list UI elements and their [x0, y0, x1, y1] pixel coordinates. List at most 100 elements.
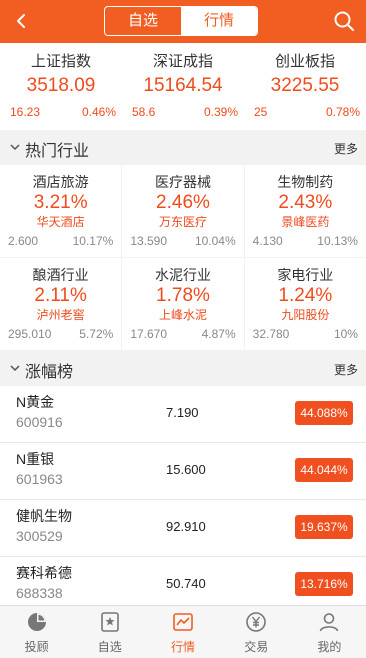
trend-line-icon: [173, 613, 193, 631]
index-change: 58.6: [132, 105, 156, 119]
stock-price: 32.780: [252, 327, 290, 341]
leading-stock: 泸州老窖: [36, 308, 85, 322]
stock-price: 295.010: [8, 327, 52, 341]
stock-name: N黄金: [16, 394, 55, 410]
stock-price: 92.910: [166, 519, 206, 534]
list-item[interactable]: N重银 601963 15.600 44.044%: [0, 443, 366, 500]
stock-code: 300529: [16, 528, 63, 544]
tab-label: 投顾: [24, 640, 49, 654]
tab-advisor[interactable]: 投顾: [0, 606, 73, 658]
index-name: 深证成指: [152, 53, 213, 70]
segment-control: 自选 行情: [104, 6, 258, 36]
industry-card[interactable]: 家电行业 1.24% 九阳股份 32.780 10%: [244, 258, 366, 350]
user-icon: [320, 613, 339, 632]
change-badge: 13.716%: [295, 572, 353, 596]
stock-percent: 10.17%: [72, 234, 114, 248]
stock-percent: 10.04%: [194, 234, 236, 248]
stock-percent: 10.13%: [317, 234, 358, 248]
industry-name: 水泥行业: [154, 267, 211, 283]
more-link[interactable]: 更多: [334, 361, 358, 378]
tab-market[interactable]: 行情: [181, 7, 257, 35]
stock-percent: 5.72%: [79, 327, 114, 341]
industry-name: 酿酒行业: [32, 267, 89, 283]
stock-percent: 10%: [333, 327, 358, 341]
industry-card[interactable]: 酿酒行业 2.11% 泸州老窖 295.010 5.72%: [0, 258, 122, 350]
index-card[interactable]: 上证指数 3518.09 16.23 0.46%: [0, 52, 122, 130]
industry-percent: 3.21%: [33, 192, 88, 213]
industry-card[interactable]: 生物制药 2.43% 景峰医药 4.130 10.13%: [244, 165, 366, 257]
star-icon: [100, 612, 119, 632]
industry-percent: 2.11%: [34, 285, 87, 306]
tab-market[interactable]: 行情: [146, 606, 219, 658]
stock-price: 4.130: [252, 234, 283, 248]
index-percent: 0.78%: [325, 105, 360, 119]
stock-price: 7.190: [166, 405, 199, 420]
hot-industry-header[interactable]: 热门行业 更多: [0, 130, 366, 165]
index-panel: 上证指数 3518.09 16.23 0.46% 深证成指 15164.54 58…: [0, 43, 366, 130]
index-percent: 0.46%: [81, 105, 116, 119]
stock-name: N重银: [16, 451, 55, 467]
stock-price: 2.600: [8, 234, 39, 248]
stock-price: 15.600: [166, 462, 206, 477]
pie-chart-icon: [27, 613, 46, 631]
industry-card[interactable]: 水泥行业 1.78% 上峰水泥 17.670 4.87%: [122, 258, 244, 350]
chevron-down-icon: [10, 365, 20, 372]
tab-label: 交易: [244, 640, 269, 654]
chevron-down-icon: [10, 144, 20, 151]
tab-label: 自选: [97, 640, 122, 654]
leading-stock: 华天酒店: [36, 215, 85, 229]
stock-name: 健帆生物: [16, 508, 72, 524]
index-name: 上证指数: [30, 53, 91, 70]
industry-card[interactable]: 医疗器械 2.46% 万东医疗 13.590 10.04%: [122, 165, 244, 257]
tab-watchlist[interactable]: 自选: [105, 7, 181, 35]
section-title: 涨幅榜: [25, 364, 74, 381]
stock-name: 赛科希德: [16, 565, 72, 581]
tab-watchlist[interactable]: 自选: [73, 606, 146, 658]
index-percent: 0.39%: [203, 105, 238, 119]
industry-percent: 2.46%: [156, 192, 210, 213]
gainers-header[interactable]: 涨幅榜 更多: [0, 351, 366, 386]
stock-code: 688338: [16, 585, 63, 601]
list-item[interactable]: N黄金 600916 7.190 44.088%: [0, 386, 366, 443]
bottom-tab-bar: 投顾 自选 行情 交易 我的: [0, 605, 366, 658]
leading-stock: 万东医疗: [158, 215, 207, 229]
gainers-list: N黄金 600916 7.190 44.088% N重银 601963 15.6…: [0, 386, 366, 614]
section-title: 热门行业: [25, 143, 90, 160]
index-change: 25: [254, 105, 268, 119]
list-item[interactable]: 健帆生物 300529 92.910 19.637%: [0, 500, 366, 557]
stock-price: 13.590: [130, 234, 168, 248]
stock-percent: 4.87%: [201, 327, 236, 341]
search-button[interactable]: [330, 7, 358, 35]
industry-name: 生物制药: [277, 174, 334, 190]
tab-profile[interactable]: 我的: [293, 606, 366, 658]
industry-name: 酒店旅游: [32, 174, 89, 190]
index-change: 16.23: [10, 105, 41, 119]
index-card[interactable]: 深证成指 15164.54 58.6 0.39%: [122, 52, 244, 130]
more-link[interactable]: 更多: [334, 140, 358, 157]
leading-stock: 上峰水泥: [158, 308, 207, 322]
industry-percent: 1.78%: [156, 285, 210, 306]
industry-grid: 酒店旅游 3.21% 华天酒店 2.600 10.17% 医疗器械 2.46% 万…: [0, 165, 366, 350]
industry-name: 医疗器械: [154, 174, 211, 190]
industry-percent: 2.43%: [278, 192, 333, 213]
stock-price: 50.740: [166, 576, 206, 591]
tab-label: 行情: [171, 640, 196, 654]
search-icon: [334, 11, 354, 31]
yen-coin-icon: [246, 612, 267, 632]
index-card[interactable]: 创业板指 3225.55 25 0.78%: [244, 52, 366, 130]
tab-trade[interactable]: 交易: [220, 606, 293, 658]
back-button[interactable]: [8, 7, 36, 35]
stock-price: 17.670: [130, 327, 168, 341]
industry-percent: 1.24%: [278, 285, 333, 306]
change-badge: 19.637%: [295, 515, 353, 539]
index-value: 3518.09: [26, 75, 96, 96]
industry-name: 家电行业: [277, 267, 334, 283]
industry-card[interactable]: 酒店旅游 3.21% 华天酒店 2.600 10.17%: [0, 165, 122, 257]
change-badge: 44.088%: [295, 401, 353, 425]
index-name: 创业板指: [274, 53, 335, 70]
leading-stock: 九阳股份: [281, 308, 330, 322]
tab-label: 我的: [317, 640, 342, 654]
change-badge: 44.044%: [295, 458, 353, 482]
stock-code: 601963: [16, 471, 63, 487]
top-bar: 自选 行情: [0, 0, 366, 43]
